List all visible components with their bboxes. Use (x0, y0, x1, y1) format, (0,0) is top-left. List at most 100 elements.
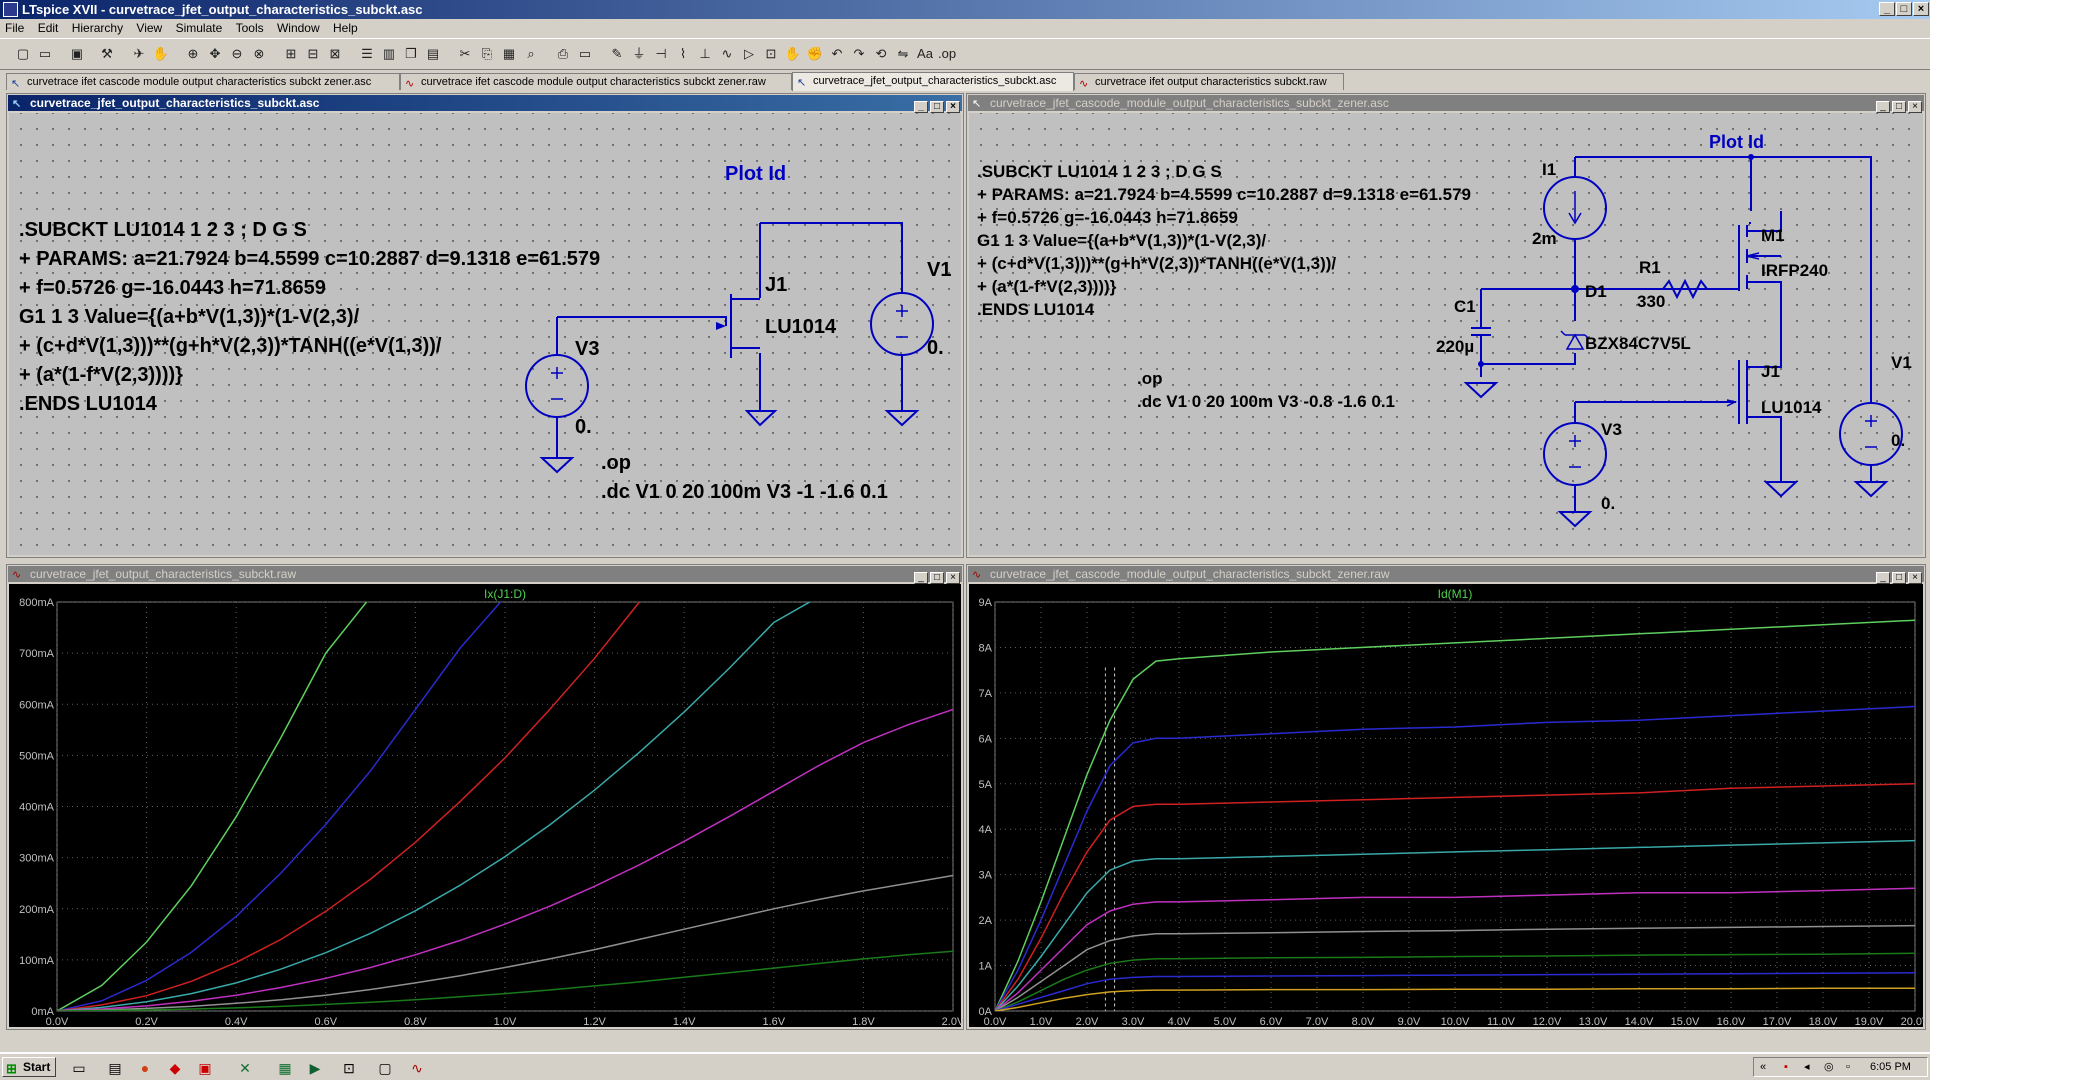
schematic-canvas[interactable]: Plot Id .SUBCKT LU1014 1 2 3 ; D G S + P… (9, 113, 961, 555)
autorange-icon[interactable]: ⊞ (282, 45, 300, 63)
r1-value[interactable]: 330 (1637, 292, 1665, 311)
j1-name[interactable]: J1 (1761, 362, 1780, 381)
v3-name[interactable]: V3 (1601, 420, 1622, 439)
control-panel-icon[interactable]: ⚒ (98, 45, 116, 63)
find-icon[interactable]: ⌕ (522, 45, 540, 63)
waveform-plot[interactable]: 0.0V 0.2V 0.4V 0.6V 0.8V 1.0V 1.2V 1.4V 1.6V 1.8V… (9, 584, 963, 1028)
pane-title-bar[interactable]: ∿ curvetrace_jfet_cascode_module_output_… (968, 566, 1924, 584)
subckt-text-block[interactable]: .SUBCKT LU1014 1 2 3 ; D G S + PARAMS: a… (977, 162, 1471, 319)
menu-view[interactable]: View (136, 21, 162, 35)
d1-model[interactable]: BZX84C7V5L (1585, 334, 1691, 353)
m1-model[interactable]: IRFP240 (1761, 261, 1828, 280)
text-icon[interactable]: Aa (916, 45, 934, 63)
v3-name[interactable]: V3 (575, 338, 599, 360)
pane-close-button[interactable]: × (1908, 101, 1922, 113)
show-desktop-icon[interactable]: ▭ (70, 1059, 88, 1077)
run-icon[interactable]: ✈ (130, 45, 148, 63)
spreadsheet-icon[interactable]: ▦ (276, 1059, 294, 1077)
new-schematic-icon[interactable]: ▢ (14, 45, 32, 63)
tab-cascode-schematic[interactable]: ↖ curvetrace ifet cascode module output … (6, 73, 400, 90)
terminal-icon[interactable]: ▶ (306, 1059, 324, 1077)
capacitor-icon[interactable]: ⊥ (696, 45, 714, 63)
pane-title-bar[interactable]: ↖ curvetrace_jfet_output_characteristics… (8, 95, 962, 113)
series-trace-4[interactable] (57, 708, 953, 1011)
ltspice-taskbar-icon[interactable]: ∿ (408, 1059, 426, 1077)
cascade-icon[interactable]: ❐ (402, 45, 420, 63)
m1-name[interactable]: M1 (1761, 226, 1785, 245)
minimize-button[interactable]: _ (1879, 2, 1895, 16)
title-bar[interactable]: LTspice XVII - curvetrace_jfet_output_ch… (0, 0, 1930, 19)
menu-simulate[interactable]: Simulate (176, 21, 223, 35)
tray-volume-icon[interactable]: ◂ (1804, 1058, 1810, 1076)
menu-edit[interactable]: Edit (38, 21, 59, 35)
j1-model[interactable]: LU1014 (1761, 398, 1822, 417)
schematic-canvas[interactable]: Plot Id .SUBCKT LU1014 1 2 3 ; D G S + P… (969, 113, 1923, 555)
zoom-fit-icon[interactable]: ⊗ (250, 45, 268, 63)
mark-icon[interactable]: ⊟ (304, 45, 322, 63)
component-icon[interactable]: ⊡ (762, 45, 780, 63)
i1-name[interactable]: I1 (1542, 160, 1556, 179)
menu-tools[interactable]: Tools (236, 21, 264, 35)
tray-arrow-icon[interactable]: « (1760, 1058, 1766, 1076)
series-trace-7[interactable] (995, 972, 1915, 1011)
rotate-icon[interactable]: ⟲ (872, 45, 890, 63)
plot-id-label[interactable]: Plot Id (1709, 132, 1764, 152)
pane-title-bar[interactable]: ↖ curvetrace_jfet_cascode_module_output_… (968, 95, 1924, 113)
v3-value[interactable]: 0. (575, 416, 592, 438)
series-trace-5[interactable] (995, 924, 1915, 1011)
j1-model[interactable]: LU1014 (765, 316, 837, 338)
v1-name[interactable]: V1 (927, 259, 951, 281)
pane-minimize-button[interactable]: _ (914, 101, 928, 113)
excel-icon[interactable]: ✕ (236, 1059, 254, 1077)
zoom-in-icon[interactable]: ⊕ (184, 45, 202, 63)
window-icon[interactable]: ▢ (376, 1059, 394, 1077)
pane-minimize-button[interactable]: _ (1876, 101, 1890, 113)
pane-close-button[interactable]: × (946, 101, 960, 113)
start-button[interactable]: ⊞ Start (2, 1057, 56, 1077)
unmark-icon[interactable]: ⊠ (326, 45, 344, 63)
tab-jfet-raw[interactable]: ∿ curvetrace ifet output characteristics… (1074, 73, 1344, 90)
op-directive[interactable]: .op (601, 452, 631, 474)
copy-icon[interactable]: ⎘ (478, 45, 496, 63)
firefox-icon[interactable]: ● (136, 1059, 154, 1077)
tile-vertical-icon[interactable]: ▥ (380, 45, 398, 63)
trace-title[interactable]: Ix(J1:D) (484, 587, 526, 601)
move-icon[interactable]: ✋ (784, 45, 802, 63)
dc-directive[interactable]: .dc V1 0 20 100m V3 -0.8 -1.6 0.1 (1137, 392, 1395, 411)
menu-help[interactable]: Help (333, 21, 358, 35)
print-icon[interactable]: ⎙ (554, 45, 572, 63)
series-trace-1[interactable] (57, 597, 505, 1011)
pane-close-button[interactable]: × (1908, 572, 1922, 584)
tray-network-icon[interactable]: ▪ (1784, 1058, 1788, 1076)
subckt-text-block[interactable]: .SUBCKT LU1014 1 2 3 ; D G S + PARAMS: a… (19, 219, 600, 415)
menu-window[interactable]: Window (277, 21, 320, 35)
pane-minimize-button[interactable]: _ (914, 572, 928, 584)
pane-restore-button[interactable]: □ (1892, 572, 1906, 584)
network-icon[interactable]: ⊡ (340, 1059, 358, 1077)
pane-minimize-button[interactable]: _ (1876, 572, 1890, 584)
chart-cascode-output[interactable]: 0.0V 1.0V 2.0V 3.0V 4.0V 5.0V 6.0V 7.0V 8.0V 9.0V… (969, 584, 1925, 1029)
diode-icon[interactable]: ▷ (740, 45, 758, 63)
drag-icon[interactable]: ✊ (806, 45, 824, 63)
c1-name[interactable]: C1 (1454, 297, 1476, 316)
maximize-button[interactable]: □ (1896, 2, 1912, 16)
r1-name[interactable]: R1 (1639, 258, 1661, 277)
v1-value[interactable]: 0. (1891, 431, 1905, 450)
tab-jfet-schematic[interactable]: ↖ curvetrace_jfet_output_characteristics… (792, 72, 1074, 91)
v3-value[interactable]: 0. (1601, 494, 1615, 513)
inductor-icon[interactable]: ∿ (718, 45, 736, 63)
pane-title-bar[interactable]: ∿ curvetrace_jfet_output_characteristics… (8, 566, 962, 584)
trace-title[interactable]: Id(M1) (1438, 587, 1473, 601)
d1-name[interactable]: D1 (1585, 282, 1607, 301)
menu-hierarchy[interactable]: Hierarchy (72, 21, 123, 35)
cut-icon[interactable]: ✂ (456, 45, 474, 63)
v1-value[interactable]: 0. (927, 337, 944, 359)
spice-directive-icon[interactable]: .op (938, 45, 956, 63)
acrobat-icon[interactable]: ◆ (166, 1059, 184, 1077)
halt-icon[interactable]: ✋ (152, 45, 170, 63)
resistor-icon[interactable]: ⌇ (674, 45, 692, 63)
menu-file[interactable]: File (5, 21, 24, 35)
tile-horizontal-icon[interactable]: ☰ (358, 45, 376, 63)
series-trace-3[interactable] (995, 839, 1915, 1011)
i1-value[interactable]: 2m (1532, 229, 1557, 248)
